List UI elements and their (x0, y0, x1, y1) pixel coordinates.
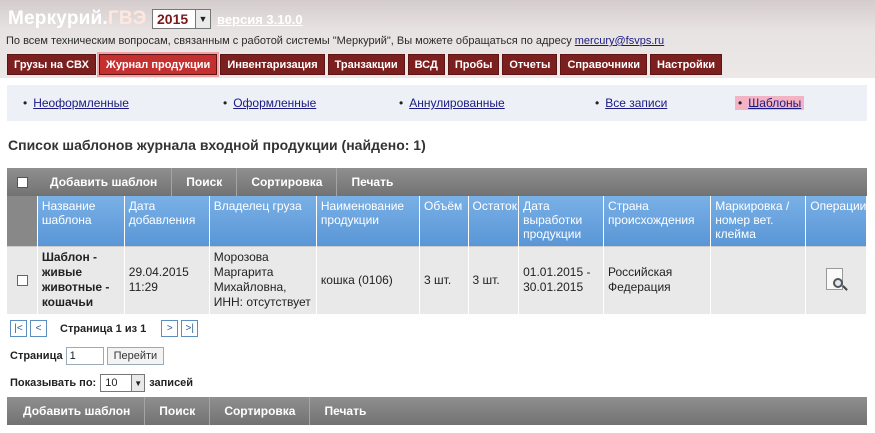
support-notice: По всем техническим вопросам, связанным … (6, 35, 664, 47)
cell-product: кошка (0106) (316, 245, 421, 314)
sort-button[interactable]: Сортировка (237, 168, 338, 196)
page-info: Страница 1 из 1 (60, 322, 147, 335)
nav-tab-vsd[interactable]: ВСД (407, 54, 445, 75)
support-email-link[interactable]: mercury@fsvps.ru (575, 35, 664, 47)
cell-country: Российская Федерация (603, 245, 712, 314)
brand-main: Меркурий. (8, 8, 108, 29)
main-nav: Грузы на СВХ Журнал продукции Инвентариз… (7, 52, 723, 77)
magnifier-handle (842, 285, 848, 292)
nav-tab-directories[interactable]: Справочники (560, 54, 648, 75)
perpage-label: Показывать по: (10, 377, 97, 389)
col-production-date[interactable]: Дата выработки продукции (518, 196, 605, 246)
perpage-value: 10 (105, 377, 118, 389)
version-link[interactable]: версия 3.10.0 (217, 12, 303, 27)
col-operations: Операции (805, 196, 867, 246)
cell-production-date: 01.01.2015 - 30.01.2015 (518, 245, 605, 314)
nav-tab-transactions[interactable]: Транзакции (327, 54, 405, 75)
subnav-issued[interactable]: Оформленные (223, 96, 316, 110)
add-template-button-bottom[interactable]: Добавить шаблон (9, 397, 146, 425)
table-row[interactable]: Шаблон - живые животные - кошачьи 29.04.… (7, 245, 867, 314)
top-toolbar: Добавить шаблон Поиск Сортировка Печать (7, 168, 867, 196)
cell-name: Шаблон - живые животные - кошачьи (37, 245, 125, 314)
add-template-button[interactable]: Добавить шаблон (36, 168, 173, 196)
cell-operations (805, 245, 867, 314)
chevron-down-icon[interactable]: ▼ (195, 10, 210, 28)
search-button[interactable]: Поиск (172, 168, 238, 196)
per-page: Показывать по: 10 ▼ записей (10, 374, 193, 392)
subnav-templates[interactable]: Шаблоны (735, 96, 805, 110)
view-document-icon[interactable] (824, 267, 848, 293)
table-header-row: Название шаблона Дата добавления Владеле… (7, 196, 867, 246)
nav-tab-product-journal[interactable]: Журнал продукции (96, 52, 220, 77)
templates-table: Название шаблона Дата добавления Владеле… (7, 196, 867, 314)
cell-marking (710, 245, 807, 314)
last-page-button[interactable]: >| (181, 320, 199, 337)
first-page-button[interactable]: |< (10, 320, 27, 337)
brand-sub: ГВЭ (107, 8, 147, 29)
cell-remainder: 3 шт. (468, 245, 520, 314)
pagination: |< < Страница 1 из 1 > >| (10, 320, 199, 337)
goto-page-input[interactable]: 1 (65, 347, 104, 365)
col-country[interactable]: Страна происхождения (603, 196, 712, 246)
page-title: Список шаблонов журнала входной продукци… (8, 137, 426, 153)
support-text: По всем техническим вопросам, связанным … (6, 35, 572, 47)
subnav-all-records[interactable]: Все записи (595, 96, 667, 110)
col-marking[interactable]: Маркировка / номер вет. клейма (710, 196, 807, 246)
col-checkbox (7, 196, 38, 246)
row-checkbox-cell (7, 245, 38, 314)
col-volume[interactable]: Объём (419, 196, 469, 246)
goto-label: Страница (10, 350, 63, 362)
goto-button[interactable]: Перейти (106, 347, 165, 365)
sort-button-bottom[interactable]: Сортировка (210, 397, 311, 425)
year-value: 2015 (157, 11, 189, 27)
nav-tab-inventory[interactable]: Инвентаризация (220, 54, 325, 75)
col-remainder[interactable]: Остаток (468, 196, 520, 246)
sub-nav: Неоформленные Оформленные Аннулированные… (7, 85, 867, 121)
nav-tab-reports[interactable]: Отчеты (502, 54, 558, 75)
print-button[interactable]: Печать (337, 168, 407, 196)
perpage-suffix: записей (149, 377, 194, 389)
cell-owner: Морозова Маргарита Михайловна, ИНН: отсу… (209, 245, 317, 314)
nav-tab-settings[interactable]: Настройки (650, 54, 723, 75)
cell-volume: 3 шт. (419, 245, 469, 314)
col-product[interactable]: Наименование продукции (316, 196, 421, 246)
year-select[interactable]: 2015 ▼ (152, 9, 211, 29)
print-button-bottom[interactable]: Печать (310, 397, 380, 425)
perpage-select[interactable]: 10 ▼ (100, 374, 146, 392)
app-header: Меркурий.ГВЭ 2015 ▼ версия 3.10.0 По все… (0, 0, 875, 78)
col-owner[interactable]: Владелец груза (209, 196, 317, 246)
prev-page-button[interactable]: < (30, 320, 47, 337)
goto-page: Страница 1 Перейти (10, 347, 165, 365)
cell-date-added: 29.04.2015 11:29 (124, 245, 210, 314)
select-all-checkbox[interactable] (17, 176, 28, 188)
bottom-toolbar: Добавить шаблон Поиск Сортировка Печать (7, 397, 867, 425)
subnav-unissued[interactable]: Неоформленные (23, 96, 129, 110)
nav-tab-svh[interactable]: Грузы на СВХ (7, 54, 96, 75)
subnav-cancelled[interactable]: Аннулированные (399, 96, 505, 110)
app-logo: Меркурий.ГВЭ (8, 8, 146, 30)
search-button-bottom[interactable]: Поиск (145, 397, 211, 425)
row-checkbox[interactable] (17, 274, 28, 286)
chevron-down-icon[interactable]: ▼ (131, 375, 145, 391)
next-page-button[interactable]: > (161, 320, 179, 337)
col-name[interactable]: Название шаблона (37, 196, 125, 246)
col-date-added[interactable]: Дата добавления (124, 196, 210, 246)
nav-tab-samples[interactable]: Пробы (447, 54, 500, 75)
